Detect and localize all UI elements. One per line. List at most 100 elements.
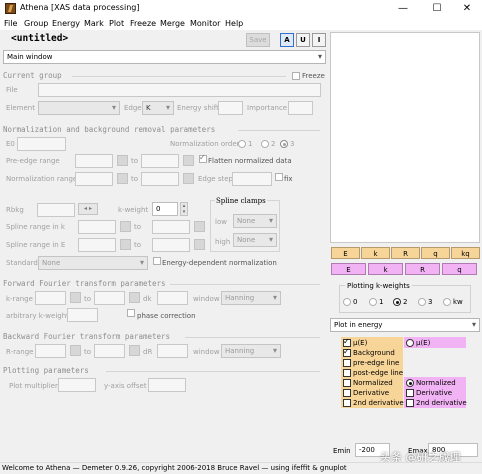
rrange-min-field[interactable] <box>35 344 66 358</box>
normalized-checkbox[interactable] <box>343 379 351 387</box>
rbkg-field[interactable] <box>37 203 75 217</box>
pre-edge-min-pick-button[interactable] <box>117 155 128 166</box>
plot-marked-r-button[interactable]: R <box>405 263 440 275</box>
krange-max-pick-button[interactable] <box>129 292 140 303</box>
importance-label: Importance <box>247 104 288 112</box>
kweight-1-radio[interactable] <box>369 298 377 306</box>
plot-q-button[interactable]: q <box>421 247 450 259</box>
view-select[interactable]: Main window ▾ <box>3 50 326 64</box>
menu-merge[interactable]: Merge <box>160 18 185 30</box>
spline-k-max-pick-button[interactable] <box>194 221 205 232</box>
flatten-checkbox[interactable]: ✓ <box>199 153 207 163</box>
derivative-checkbox[interactable] <box>343 389 351 397</box>
kweight-2-radio[interactable] <box>393 298 401 306</box>
kweight-kw-radio[interactable] <box>443 298 451 306</box>
bft-window-select[interactable]: Hanning <box>221 344 281 358</box>
freeze-checkbox[interactable] <box>292 72 300 80</box>
menu-energy[interactable]: Energy <box>52 18 80 30</box>
pre-edge-min-field[interactable] <box>75 154 113 168</box>
norm-range-min-field[interactable] <box>75 172 113 186</box>
pre-edge-max-field[interactable] <box>141 154 179 168</box>
plot-marked-e-button[interactable]: E <box>331 263 366 275</box>
standard-select[interactable]: None <box>38 256 148 270</box>
second-derivative-marked-label: 2nd derivative <box>416 399 467 407</box>
plotting-params-header: Plotting parameters <box>3 366 89 375</box>
menu-plot[interactable]: Plot <box>109 18 124 30</box>
spline-e-min-field[interactable] <box>78 238 116 252</box>
dr-field[interactable] <box>157 344 188 358</box>
spline-k-min-field[interactable] <box>78 220 116 234</box>
e0-field[interactable] <box>17 137 66 151</box>
low-clamp-select[interactable]: None <box>233 214 277 228</box>
normalized-marked-radio[interactable] <box>406 379 414 387</box>
krange-max-field[interactable] <box>94 291 125 305</box>
menu-file[interactable]: File <box>4 18 17 30</box>
norm-range-max-pick-button[interactable] <box>183 173 194 184</box>
maximize-button[interactable]: ☐ <box>422 0 452 18</box>
order-3-radio[interactable] <box>280 140 288 148</box>
rrange-min-pick-button[interactable] <box>70 345 81 356</box>
plot-r-button[interactable]: R <box>391 247 420 259</box>
order-2-radio[interactable] <box>261 140 269 148</box>
menu-freeze[interactable]: Freeze <box>130 18 156 30</box>
y-offset-field[interactable] <box>148 378 186 392</box>
krange-min-pick-button[interactable] <box>70 292 81 303</box>
phase-correction-checkbox[interactable] <box>127 309 135 317</box>
order-1-radio[interactable] <box>238 140 246 148</box>
norm-range-max-field[interactable] <box>141 172 179 186</box>
importance-field[interactable] <box>288 101 313 115</box>
spline-e-min-pick-button[interactable] <box>120 239 131 250</box>
plot-marked-k-button[interactable]: k <box>368 263 403 275</box>
minimize-button[interactable]: — <box>388 0 418 18</box>
spline-k-min-pick-button[interactable] <box>120 221 131 232</box>
norm-range-min-pick-button[interactable] <box>117 173 128 184</box>
mu-e-marked-radio[interactable] <box>406 339 414 347</box>
plot-kq-button[interactable]: kq <box>451 247 480 259</box>
fix-checkbox[interactable] <box>275 173 283 181</box>
close-button[interactable]: ✕ <box>452 0 482 18</box>
plot-marked-q-button[interactable]: q <box>442 263 477 275</box>
plot-k-button[interactable]: k <box>361 247 390 259</box>
krange-min-field[interactable] <box>35 291 66 305</box>
second-derivative-checkbox[interactable] <box>343 399 351 407</box>
dk-field[interactable] <box>157 291 188 305</box>
plot-space-select[interactable]: Plot in energy ▾ <box>330 318 480 332</box>
rbkg-spin-buttons[interactable]: ◂ ▸ <box>78 203 98 215</box>
element-select[interactable] <box>38 101 120 115</box>
pre-edge-line-checkbox[interactable] <box>343 359 351 367</box>
energy-shift-field[interactable] <box>218 101 243 115</box>
group-list[interactable] <box>330 32 480 243</box>
mode-u-button[interactable]: U <box>296 33 310 47</box>
menu-monitor[interactable]: Monitor <box>190 18 220 30</box>
spline-e-max-pick-button[interactable] <box>194 239 205 250</box>
high-clamp-select[interactable]: None <box>233 233 277 247</box>
menu-group[interactable]: Group <box>24 18 48 30</box>
post-edge-line-checkbox[interactable] <box>343 369 351 377</box>
mode-i-button[interactable]: I <box>312 33 326 47</box>
energy-dep-checkbox[interactable] <box>153 257 161 265</box>
plot-e-button[interactable]: E <box>331 247 360 259</box>
menu-mark[interactable]: Mark <box>84 18 104 30</box>
rrange-max-field[interactable] <box>94 344 125 358</box>
second-derivative-marked-checkbox[interactable] <box>406 399 414 407</box>
rrange-max-pick-button[interactable] <box>129 345 140 356</box>
kweight-3-radio[interactable] <box>418 298 426 306</box>
ft-window-select[interactable]: Hanning <box>221 291 281 305</box>
edge-step-field[interactable] <box>232 172 272 186</box>
kweight-spinner[interactable]: 0 <box>152 202 178 216</box>
mode-a-button[interactable]: A <box>280 33 294 47</box>
pre-edge-max-pick-button[interactable] <box>183 155 194 166</box>
arb-kweight-field[interactable] <box>67 308 98 322</box>
spline-k-max-field[interactable] <box>152 220 190 234</box>
menu-help[interactable]: Help <box>225 18 243 30</box>
edge-select[interactable]: K <box>142 101 174 115</box>
mu-e-checkbox[interactable]: ✓ <box>343 337 351 347</box>
derivative-marked-checkbox[interactable] <box>406 389 414 397</box>
kweight-0-radio[interactable] <box>343 298 351 306</box>
background-checkbox[interactable]: ✓ <box>343 347 351 357</box>
save-button[interactable]: Save <box>246 33 270 47</box>
kweight-spin-arrows[interactable]: ▴ ▾ <box>180 202 188 216</box>
spline-e-max-field[interactable] <box>152 238 190 252</box>
file-field[interactable] <box>38 83 321 97</box>
plot-multiplier-field[interactable] <box>58 378 96 392</box>
